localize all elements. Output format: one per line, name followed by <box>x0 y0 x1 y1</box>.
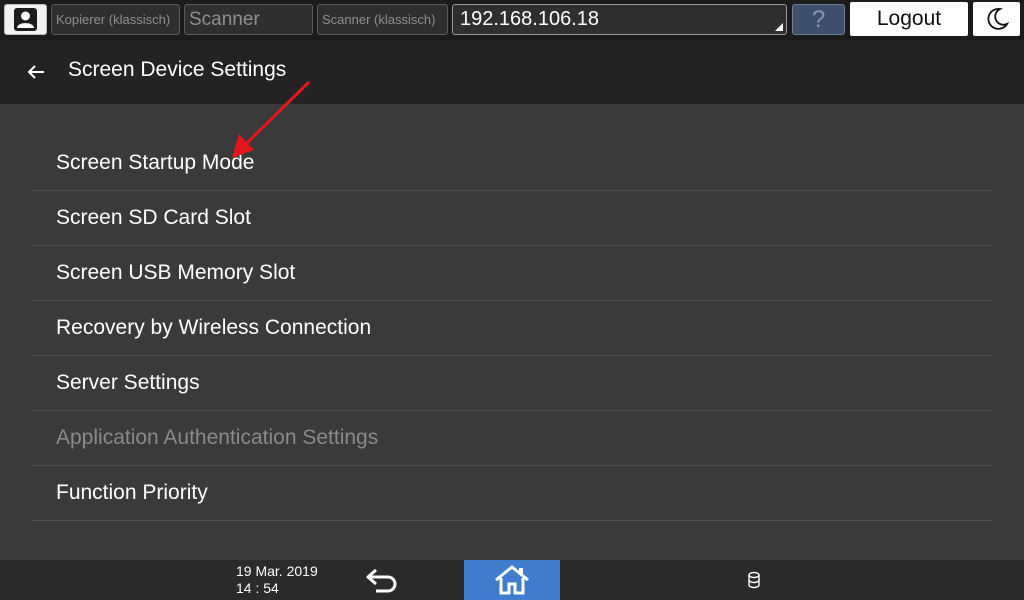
tab-scanner-klassisch[interactable]: Scanner (klassisch) <box>317 4 448 35</box>
menu-item-screen-sd-card-slot[interactable]: Screen SD Card Slot <box>32 191 992 246</box>
menu-item-screen-usb-memory-slot[interactable]: Screen USB Memory Slot <box>32 246 992 301</box>
user-button[interactable] <box>4 4 47 35</box>
help-icon: ? <box>811 5 826 33</box>
address-text: 192.168.106.18 <box>460 8 600 30</box>
home-icon <box>495 565 529 595</box>
tab-kopierer-klassisch[interactable]: Kopierer (klassisch) <box>51 4 180 35</box>
menu-item-screen-startup-mode[interactable]: Screen Startup Mode <box>32 136 992 191</box>
logout-button[interactable]: Logout <box>850 2 968 36</box>
back-arrow-icon[interactable] <box>26 62 46 82</box>
address-field[interactable]: 192.168.106.18 <box>452 4 787 35</box>
moon-icon <box>987 8 1009 30</box>
menu-item-recovery-by-wireless-connection[interactable]: Recovery by Wireless Connection <box>32 301 992 356</box>
tab-scanner[interactable]: Scanner <box>184 4 313 35</box>
time-label: 14 : 54 <box>236 580 279 596</box>
user-icon <box>14 8 37 31</box>
energy-saver-button[interactable] <box>973 2 1020 36</box>
resize-corner-icon <box>775 23 783 31</box>
date-time: 19 Mar. 2019 14 : 54 <box>236 563 318 597</box>
menu-item-server-settings[interactable]: Server Settings <box>32 356 992 411</box>
page-header: Screen Device Settings <box>0 40 1024 104</box>
page-title: Screen Device Settings <box>68 58 287 81</box>
menu-item-application-authentication-settings: Application Authentication Settings <box>32 411 992 466</box>
return-icon[interactable] <box>362 564 406 596</box>
help-button[interactable]: ? <box>792 4 845 35</box>
top-bar: Kopierer (klassisch) Scanner Scanner (kl… <box>0 0 1024 40</box>
storage-icon <box>748 571 760 589</box>
home-button[interactable] <box>464 560 560 600</box>
settings-list: Screen Startup Mode Screen SD Card Slot … <box>32 136 992 521</box>
menu-item-function-priority[interactable]: Function Priority <box>32 466 992 521</box>
date-label: 19 Mar. 2019 <box>236 563 318 579</box>
bottom-bar: 19 Mar. 2019 14 : 54 <box>0 560 1024 600</box>
